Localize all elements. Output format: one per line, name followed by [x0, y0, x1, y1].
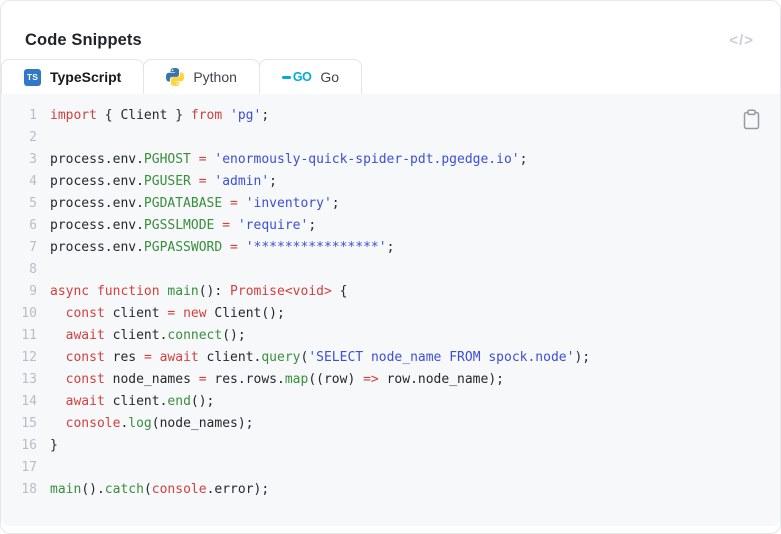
- code-line: 13 const node_names = res.rows.map((row)…: [9, 369, 710, 391]
- line-number: 18: [21, 482, 37, 497]
- code-line: 7 process.env.PGPASSWORD = '*************…: [9, 237, 710, 259]
- line-number: 5: [29, 196, 37, 211]
- code-line: 17: [9, 457, 710, 479]
- line-number: 2: [29, 130, 37, 145]
- code-line: 5 process.env.PGDATABASE = 'inventory';: [9, 193, 710, 215]
- code-line: 2: [9, 127, 710, 149]
- code-line: 11 await client.connect();: [9, 325, 710, 347]
- code-panel: 1 import { Client } from 'pg'; 2 3 process.e…: [1, 94, 780, 526]
- line-number: 14: [21, 394, 37, 409]
- tab-python[interactable]: Python: [143, 59, 260, 94]
- line-number: 9: [29, 284, 37, 299]
- code-line: 9 async function main(): Promise<void> {: [9, 281, 710, 303]
- code-line: 6 process.env.PGSSLMODE = 'require';: [9, 215, 710, 237]
- card-header: Code Snippets </>: [1, 1, 780, 59]
- line-number: 16: [21, 438, 37, 453]
- code-line: 4 process.env.PGUSER = 'admin';: [9, 171, 710, 193]
- line-number: 1: [29, 108, 37, 123]
- code-line: 1 import { Client } from 'pg';: [9, 105, 710, 127]
- line-number: 11: [21, 328, 37, 343]
- code-line: 8: [9, 259, 710, 281]
- line-number: 13: [21, 372, 37, 387]
- code-line: 10 const client = new Client();: [9, 303, 710, 325]
- page-title: Code Snippets: [25, 31, 142, 49]
- line-number: 15: [21, 416, 37, 431]
- clipboard-icon: [743, 108, 759, 129]
- line-number: 12: [21, 350, 37, 365]
- code-line: 3 process.env.PGHOST = 'enormously-quick-…: [9, 149, 710, 171]
- tab-label: Go: [320, 69, 340, 85]
- typescript-icon: TS: [24, 68, 41, 86]
- go-icon: GO: [281, 70, 312, 84]
- python-icon: [166, 68, 185, 86]
- code-snippets-card: Code Snippets </> TS TypeScript Python G…: [0, 0, 781, 534]
- code-line: 18 main().catch(console.error);: [9, 479, 710, 501]
- language-tabs: TS TypeScript Python GO Go: [1, 59, 780, 94]
- line-number: 10: [21, 306, 37, 321]
- code-icon: </>: [729, 32, 754, 49]
- line-number: 3: [29, 152, 37, 167]
- go-dash: [281, 76, 291, 79]
- code-line: 12 const res = await client.query('SELEC…: [9, 347, 710, 369]
- copy-button[interactable]: [738, 106, 764, 132]
- line-number: 7: [29, 240, 37, 255]
- line-number: 4: [29, 174, 37, 189]
- code-line: 15 console.log(node_names);: [9, 413, 710, 435]
- code-block[interactable]: 1 import { Client } from 'pg'; 2 3 process.e…: [1, 94, 780, 513]
- line-number: 6: [29, 218, 37, 233]
- tab-go[interactable]: GO Go: [258, 59, 363, 94]
- line-number: 17: [21, 460, 37, 475]
- tab-typescript[interactable]: TS TypeScript: [1, 59, 145, 94]
- code-line: 14 await client.end();: [9, 391, 710, 413]
- line-number: 8: [29, 262, 37, 277]
- tab-label: Python: [193, 69, 237, 85]
- tab-label: TypeScript: [50, 69, 122, 85]
- code-line: 16}: [9, 435, 710, 457]
